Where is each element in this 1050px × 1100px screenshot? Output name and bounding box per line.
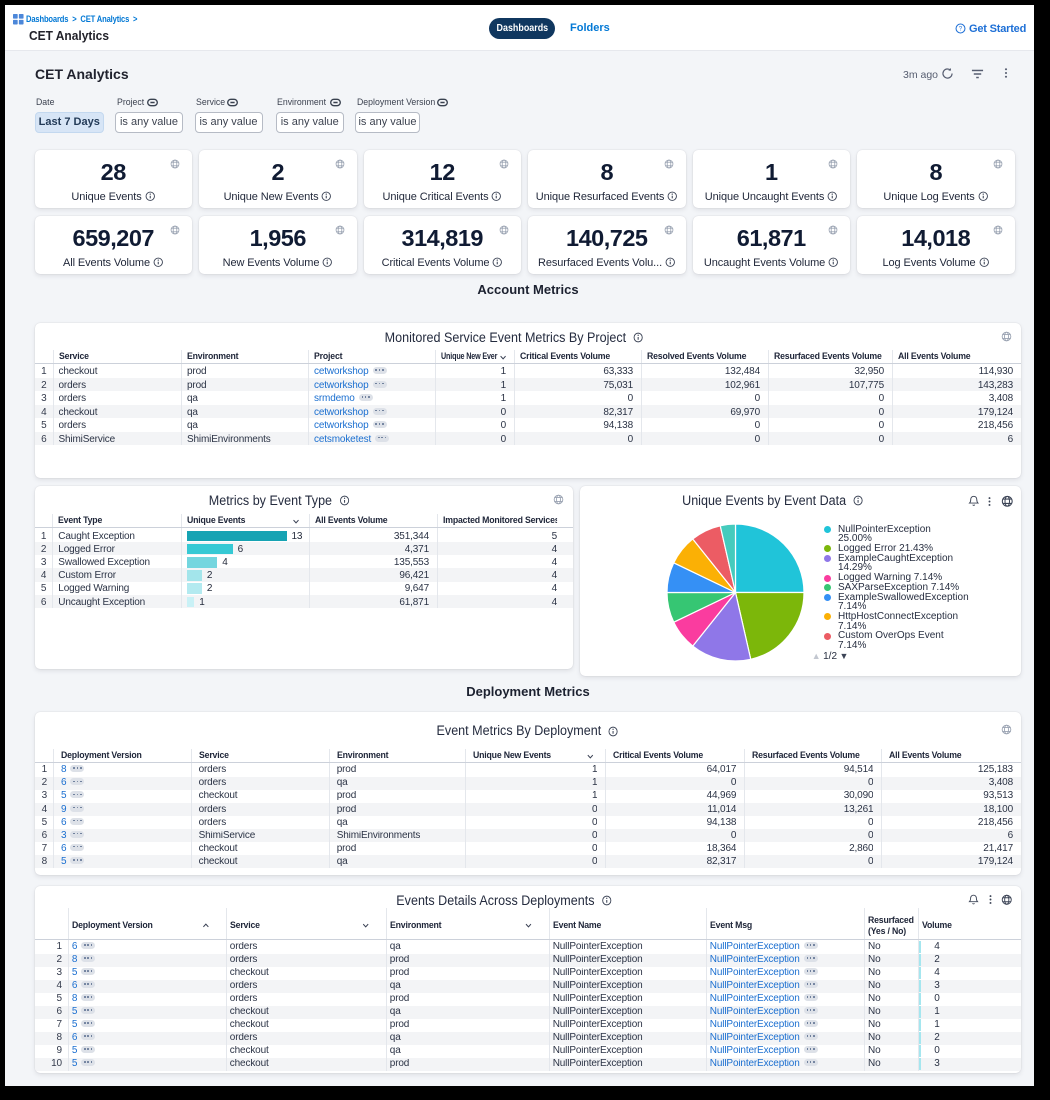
svg-text:?: ? (959, 26, 963, 33)
